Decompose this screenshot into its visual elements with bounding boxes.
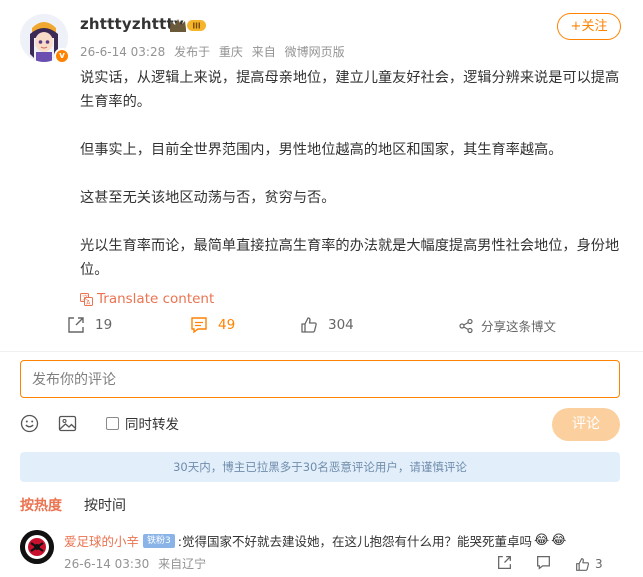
comment-text: :觉得国家不好就去建设她，在这儿抱怨有什么用？能哭死董卓吗 [177, 534, 532, 549]
follow-button[interactable]: +关注 [557, 13, 621, 40]
repost-checkbox[interactable]: 同时转发 [106, 413, 179, 433]
post-paragraph: 但事实上，目前全世界范围内，男性地位越高的地区和国家，其生育率越高。 [80, 142, 563, 158]
post-timestamp[interactable]: 26-6-14 03:28 [80, 45, 165, 59]
post-action-bar: 19 49 304 分享这条博文 [0, 316, 643, 344]
post-paragraph: 说实话，从逻辑上来说，提高母亲地位，建立儿童友好社会，逻辑分辨来说是可以提高生育… [80, 70, 620, 110]
source-label: 来自 [251, 45, 276, 59]
share-label: 分享这条博文 [481, 319, 557, 334]
posted-from-label: 发布于 [174, 45, 211, 59]
comment-meta: 26-6-14 03:30 来自辽宁 [64, 555, 211, 572]
comment-timestamp: 26-6-14 03:30 [64, 557, 150, 571]
checkbox-box[interactable] [106, 416, 119, 430]
verified-badge: v [54, 48, 70, 64]
comment-like-count: 3 [595, 557, 603, 571]
comment-repost-icon[interactable] [497, 555, 512, 573]
vip-crown-icon[interactable]: III [169, 17, 207, 37]
weibo-post-card: v zhtttyzhttty III 26-6-14 03:28 发布于 重庆 … [0, 0, 643, 577]
comment-location: 来自辽宁 [158, 557, 207, 571]
like-count: 304 [328, 317, 354, 333]
comment-reply-icon[interactable] [536, 555, 551, 573]
like-button[interactable]: 304 [300, 316, 354, 334]
comment-notice: 30天内，博主已拉黑多于30名恶意评论用户，请谨慎评论 [20, 452, 620, 482]
comment-count: 49 [218, 317, 236, 333]
comment-item: 爱足球的小辛 铁粉3 :觉得国家不好就去建设她，在这儿抱怨有什么用？能哭死董卓吗… [64, 531, 566, 550]
comment-actions: 3 [497, 555, 603, 573]
repost-button[interactable]: 19 [67, 316, 112, 334]
crying-emoji-icon: 😂 [551, 533, 567, 548]
level-badge-text: III [192, 22, 201, 31]
comment-sort-tabs: 按热度 按时间 [20, 495, 126, 515]
thumbs-up-icon [576, 557, 590, 571]
commenter-avatar[interactable] [20, 530, 54, 564]
crying-emoji-icon: 😂 [533, 533, 550, 548]
post-content: 说实话，从逻辑上来说，提高母亲地位，建立儿童友好社会，逻辑分辨来说是可以提高生育… [80, 66, 628, 306]
comment-like-button[interactable]: 3 [575, 557, 603, 572]
image-icon[interactable] [58, 414, 77, 433]
commenter-username[interactable]: 爱足球的小辛 [64, 531, 139, 550]
comment-input[interactable] [20, 360, 620, 398]
fan-level-badge[interactable]: 铁粉3 [143, 533, 175, 548]
football-logo-icon [20, 530, 54, 564]
post-source: 微博网页版 [284, 45, 345, 59]
share-button[interactable]: 分享这条博文 [458, 316, 556, 335]
tab-by-popularity[interactable]: 按热度 [20, 495, 62, 515]
comment-toolbar: 同时转发 [20, 413, 179, 433]
share-icon [459, 318, 473, 333]
emoji-icon[interactable] [20, 414, 39, 433]
repost-checkbox-label: 同时转发 [125, 417, 179, 433]
post-meta: 26-6-14 03:28 发布于 重庆 来自 微博网页版 [80, 43, 350, 60]
translate-link[interactable]: 文 A Translate content [80, 291, 214, 307]
thumbs-up-icon [301, 317, 317, 333]
repost-icon [68, 317, 84, 333]
translate-label: Translate content [97, 291, 215, 307]
post-paragraph: 这甚至无关该地区动荡与否，贫穷与否。 [80, 190, 336, 206]
comment-icon [191, 317, 207, 334]
post-paragraph: 光以生育率而论，最简单直接拉高生育率的办法就是大幅度提高男性社会地位，身份地位。 [80, 238, 620, 278]
post-location: 重庆 [218, 45, 243, 59]
submit-comment-button[interactable]: 评论 [552, 408, 620, 441]
comment-button[interactable]: 49 [190, 316, 235, 334]
repost-count: 19 [95, 317, 113, 333]
divider [0, 351, 643, 352]
translate-icon: 文 A [80, 292, 93, 306]
tab-by-time[interactable]: 按时间 [84, 495, 126, 515]
